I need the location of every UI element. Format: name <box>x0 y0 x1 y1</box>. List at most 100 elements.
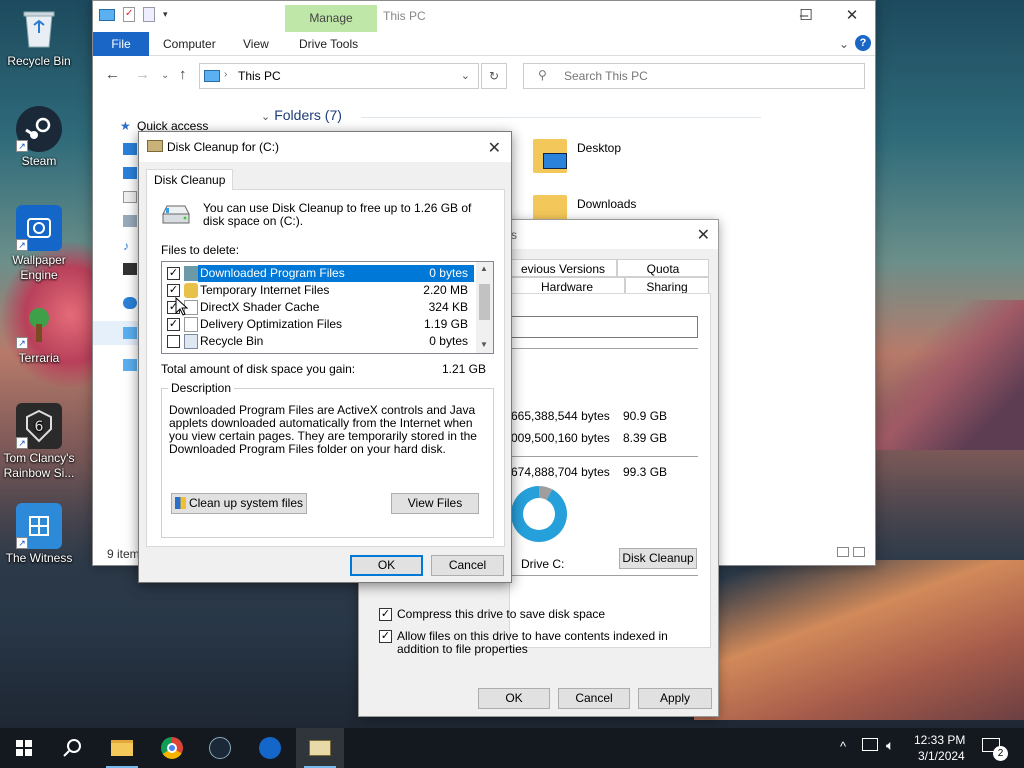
videos-icon[interactable] <box>123 263 137 275</box>
file-category-name: DirectX Shader Cache <box>200 300 320 314</box>
pictures-icon[interactable] <box>123 215 137 227</box>
tab-manage[interactable]: Manage <box>285 5 377 32</box>
desktop-folder-icon[interactable] <box>123 143 137 155</box>
taskbar-wallpaper-engine[interactable] <box>246 728 294 768</box>
this-pc-icon[interactable] <box>99 8 115 21</box>
close-icon[interactable]: ✕ <box>697 225 710 245</box>
free-space-bytes: 009,500,160 bytes <box>511 431 610 445</box>
tab-file[interactable]: File <box>93 32 149 56</box>
search-button[interactable] <box>48 728 96 768</box>
scroll-up-icon[interactable]: ▲ <box>480 264 488 273</box>
ok-button[interactable]: OK <box>350 555 423 576</box>
apply-button[interactable]: Apply <box>638 688 712 709</box>
total-space-label: Total amount of disk space you gain: <box>161 362 356 376</box>
taskbar-chrome[interactable] <box>148 728 196 768</box>
clock-time[interactable]: 12:33 PM <box>914 733 965 747</box>
taskbar-steam[interactable] <box>196 728 244 768</box>
close-icon[interactable]: ✕ <box>488 138 501 158</box>
tab-quota[interactable]: Quota <box>617 259 709 277</box>
checkbox[interactable] <box>167 335 180 348</box>
taskbar-disk-cleanup[interactable] <box>296 728 344 768</box>
folder-desktop[interactable]: Desktop <box>533 139 621 173</box>
tab-view[interactable]: View <box>235 32 277 56</box>
ok-button[interactable]: OK <box>478 688 550 709</box>
desktop-icon-wallpaper-engine[interactable]: ↗ Wallpaper Engine <box>0 205 78 283</box>
network-icon[interactable] <box>123 359 137 371</box>
large-icons-view-icon[interactable] <box>853 547 865 557</box>
total-space-value: 1.21 GB <box>441 362 486 376</box>
cancel-button[interactable]: Cancel <box>431 555 504 576</box>
checkbox[interactable]: ✓ <box>167 267 180 280</box>
scroll-thumb[interactable] <box>479 284 490 320</box>
network-icon[interactable] <box>862 738 878 751</box>
forward-arrow-icon[interactable]: → <box>135 66 150 83</box>
up-arrow-icon[interactable]: ↑ <box>179 66 187 83</box>
clean-up-system-files-button[interactable]: Clean up system files <box>171 493 307 514</box>
list-item[interactable]: Recycle Bin 0 bytes <box>162 333 478 350</box>
checkbox[interactable]: ✓ <box>167 318 180 331</box>
tab-disk-cleanup[interactable]: Disk Cleanup <box>146 169 234 190</box>
address-bar[interactable]: › This PC ⌄ <box>199 63 479 89</box>
qat-dropdown-icon[interactable]: ▾ <box>163 9 168 20</box>
cancel-button[interactable]: Cancel <box>558 688 630 709</box>
new-folder-icon[interactable] <box>143 7 155 22</box>
folder-icon <box>184 266 198 281</box>
close-icon[interactable]: ✕ <box>829 1 875 31</box>
desktop-icon-steam[interactable]: ↗ Steam <box>0 106 78 169</box>
desktop-icon-the-witness[interactable]: ↗ The Witness <box>0 503 78 566</box>
desktop-icon-rainbow-six[interactable]: 6 ↗ Tom Clancy's Rainbow Si... <box>0 403 78 481</box>
list-item[interactable]: ✓ Delivery Optimization Files 1.19 GB <box>162 316 478 333</box>
desktop-icon-recycle-bin[interactable]: Recycle Bin <box>0 6 78 69</box>
maximize-icon[interactable]: ☐ <box>783 1 829 31</box>
shortcut-arrow-icon: ↗ <box>16 337 28 349</box>
checkbox-box[interactable]: ✓ <box>379 608 392 621</box>
folders-header[interactable]: ⌄ Folders (7) <box>261 107 761 123</box>
onedrive-icon[interactable] <box>123 297 137 309</box>
search-box[interactable]: ⚲ Search This PC <box>523 63 865 89</box>
show-hidden-icons-chevron-icon[interactable]: ^ <box>840 739 846 754</box>
recent-dropdown-icon[interactable]: ⌄ <box>161 70 169 81</box>
help-icon[interactable]: ? <box>855 35 871 51</box>
search-icon: ⚲ <box>538 68 547 82</box>
desktop-icon-label: The Witness <box>5 551 73 565</box>
list-item[interactable]: ✓ Downloaded Program Files 0 bytes <box>162 265 478 282</box>
checkbox-box[interactable]: ✓ <box>379 630 392 643</box>
tab-previous-versions[interactable]: evious Versions <box>509 259 617 277</box>
volume-muted-icon[interactable]: 🔈︎ <box>886 737 894 754</box>
scroll-down-icon[interactable]: ▼ <box>480 340 488 349</box>
properties-icon[interactable]: ✓ <box>123 7 135 22</box>
view-files-button[interactable]: View Files <box>391 493 479 514</box>
compress-drive-checkbox[interactable]: ✓ Compress this drive to save disk space <box>379 608 699 621</box>
breadcrumb-chevron-icon: › <box>224 69 228 80</box>
back-arrow-icon[interactable]: ← <box>105 66 120 83</box>
taskbar-file-explorer[interactable] <box>98 728 146 768</box>
documents-icon[interactable] <box>123 191 137 203</box>
list-scrollbar[interactable]: ▲ ▼ <box>476 262 493 353</box>
checkbox[interactable]: ✓ <box>167 284 180 297</box>
downloads-icon[interactable] <box>123 167 137 179</box>
address-text: This PC <box>238 69 281 83</box>
disk-cleanup-icon <box>147 140 163 152</box>
index-drive-checkbox[interactable]: ✓ Allow files on this drive to have conte… <box>379 630 699 656</box>
tab-drive-tools[interactable]: Drive Tools <box>291 32 366 56</box>
desktop-icon-label: Recycle Bin <box>7 54 71 68</box>
drive-label-field[interactable] <box>509 316 698 338</box>
details-view-icon[interactable] <box>837 547 849 557</box>
ribbon-expand-icon[interactable]: ⌄ <box>831 32 857 56</box>
start-button[interactable] <box>0 728 48 768</box>
refresh-icon[interactable]: ↻ <box>481 63 507 89</box>
capacity-bytes: 674,888,704 bytes <box>511 465 610 479</box>
lock-icon <box>184 283 198 298</box>
desktop-icon-terraria[interactable]: ↗ Terraria <box>0 303 78 366</box>
address-dropdown-icon[interactable]: ⌄ <box>461 69 470 82</box>
navigation-bar: ← → ⌄ ↑ › This PC ⌄ ↻ ⚲ Search This PC <box>93 57 875 95</box>
folders-header-label: Folders (7) <box>274 107 342 123</box>
music-icon[interactable]: ♪ <box>123 239 137 253</box>
clock-date[interactable]: 3/1/2024 <box>918 749 965 763</box>
files-to-delete-list: ✓ Downloaded Program Files 0 bytes ✓ Tem… <box>161 261 494 354</box>
disk-cleanup-button[interactable]: Disk Cleanup <box>619 548 697 569</box>
list-item[interactable]: ✓ DirectX Shader Cache 324 KB <box>162 299 478 316</box>
list-item[interactable]: ✓ Temporary Internet Files 2.20 MB <box>162 282 478 299</box>
the-witness-icon: ↗ <box>16 503 62 549</box>
tab-computer[interactable]: Computer <box>155 32 224 56</box>
